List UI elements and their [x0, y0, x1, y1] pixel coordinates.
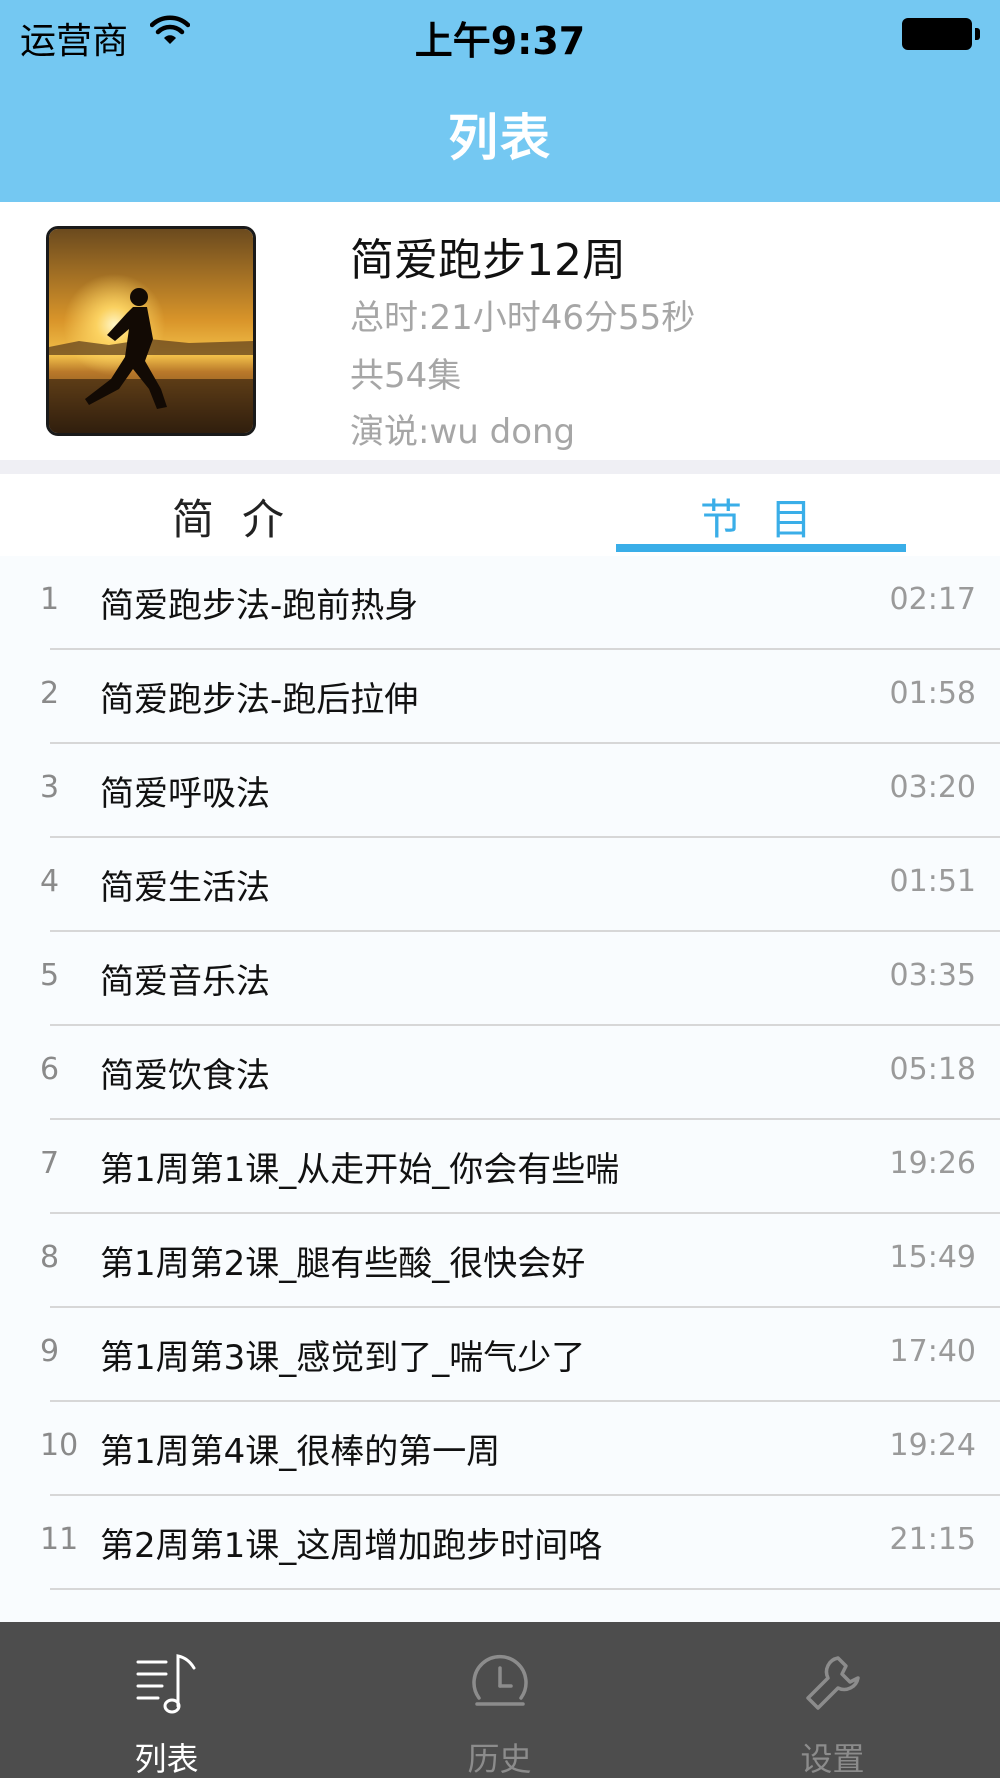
- tabbar-label-list: 列表: [134, 1740, 199, 1778]
- list-item[interactable]: 6 简爱饮食法 05:18: [0, 1026, 1000, 1120]
- segment-tabs: 简介 节目: [0, 474, 1000, 556]
- list-item[interactable]: 2 简爱跑步法-跑后拉伸 01:58: [0, 650, 1000, 744]
- list-item[interactable]: 4 简爱生活法 01:51: [0, 838, 1000, 932]
- list-item[interactable]: 7 第1周第1课_从走开始_你会有些喘 19:26: [0, 1120, 1000, 1214]
- tabbar-label-settings: 设置: [800, 1740, 865, 1778]
- tab-selected-indicator: [616, 544, 906, 552]
- album-header: 简爱跑步12周 总时:21小时46分55秒 共54集 演说:wu dong: [0, 202, 1000, 460]
- episode-duration: 21:15: [889, 1522, 976, 1557]
- wrench-icon: [805, 1656, 860, 1710]
- episode-number: 8: [40, 1240, 60, 1275]
- episode-number: 3: [40, 770, 60, 805]
- tabbar-item-history[interactable]: 历史: [333, 1622, 666, 1778]
- episode-title: 简爱呼吸法: [100, 774, 270, 814]
- battery-icon: [902, 18, 980, 50]
- episode-number: 10: [40, 1428, 79, 1463]
- top-bar: 运营商 上午9:37 列表: [0, 0, 1000, 202]
- list-item[interactable]: 11 第2周第1课_这周增加跑步时间咯 21:15: [0, 1496, 1000, 1590]
- episode-title: 第1周第4课_很棒的第一周: [100, 1432, 501, 1472]
- episode-duration: 02:17: [889, 582, 976, 617]
- list-item[interactable]: 5 简爱音乐法 03:35: [0, 932, 1000, 1026]
- status-bar: 运营商 上午9:37: [0, 0, 1000, 70]
- music-list-icon: [136, 1654, 195, 1714]
- status-time: 上午9:37: [414, 19, 586, 63]
- page-title: 列表: [448, 109, 552, 167]
- episode-number: 6: [40, 1052, 60, 1087]
- clock-icon: [471, 1655, 528, 1706]
- tabbar-label-history: 历史: [467, 1740, 532, 1778]
- episode-title: 简爱音乐法: [100, 962, 270, 1002]
- album-total-time: 总时:21小时46分55秒: [350, 298, 696, 338]
- album-narrator: 演说:wu dong: [350, 412, 576, 452]
- episode-duration: 05:18: [889, 1052, 976, 1087]
- episode-duration: 03:35: [889, 958, 976, 993]
- episode-duration: 03:20: [889, 770, 976, 805]
- episode-number: 4: [40, 864, 60, 899]
- tabbar-item-list[interactable]: 列表: [0, 1622, 333, 1778]
- episode-title: 简爱生活法: [100, 868, 270, 908]
- tabbar-item-settings[interactable]: 设置: [666, 1622, 999, 1778]
- episode-title: 简爱跑步法-跑前热身: [100, 586, 419, 626]
- episode-number: 2: [40, 676, 60, 711]
- section-divider: [0, 460, 1000, 474]
- episode-number: 11: [40, 1522, 79, 1557]
- list-item[interactable]: 3 简爱呼吸法 03:20: [0, 744, 1000, 838]
- episode-title: 第1周第3课_感觉到了_喘气少了: [100, 1338, 586, 1378]
- episode-title: 第1周第2课_腿有些酸_很快会好: [100, 1244, 586, 1284]
- episode-title: 第2周第1课_这周增加跑步时间咯: [100, 1526, 603, 1566]
- episode-duration: 01:58: [889, 676, 976, 711]
- album-episode-count: 共54集: [350, 356, 462, 396]
- list-item[interactable]: 10 第1周第4课_很棒的第一周 19:24: [0, 1402, 1000, 1496]
- episode-duration: 01:51: [889, 864, 976, 899]
- episode-number: 1: [40, 582, 60, 617]
- episode-duration: 15:49: [889, 1240, 976, 1275]
- episode-list[interactable]: 1 简爱跑步法-跑前热身 02:17 2 简爱跑步法-跑后拉伸 01:58 3 简爱呼吸法 03…: [0, 556, 1000, 1622]
- episode-title: 简爱跑步法-跑后拉伸: [100, 680, 419, 720]
- episode-duration: 19:24: [889, 1428, 976, 1463]
- list-item[interactable]: 9 第1周第3课_感觉到了_喘气少了 17:40: [0, 1308, 1000, 1402]
- tab-intro[interactable]: 简介: [172, 486, 312, 547]
- episode-number: 5: [40, 958, 60, 993]
- episode-title: 第1周第1课_从走开始_你会有些喘: [100, 1150, 620, 1190]
- list-item[interactable]: 1 简爱跑步法-跑前热身 02:17: [0, 556, 1000, 650]
- list-item[interactable]: 8 第1周第2课_腿有些酸_很快会好 15:49: [0, 1214, 1000, 1308]
- album-title: 简爱跑步12周: [350, 235, 626, 286]
- episode-number: 7: [40, 1146, 60, 1181]
- episode-title: 简爱饮食法: [100, 1056, 270, 1096]
- album-cover-image: [46, 226, 256, 436]
- row-separator: [50, 1588, 1000, 1590]
- episode-duration: 17:40: [889, 1334, 976, 1369]
- tab-program[interactable]: 节目: [700, 486, 840, 547]
- episode-duration: 19:26: [889, 1146, 976, 1181]
- tab-bar: 列表 历史 设置: [0, 1622, 1000, 1778]
- episode-number: 9: [40, 1334, 60, 1369]
